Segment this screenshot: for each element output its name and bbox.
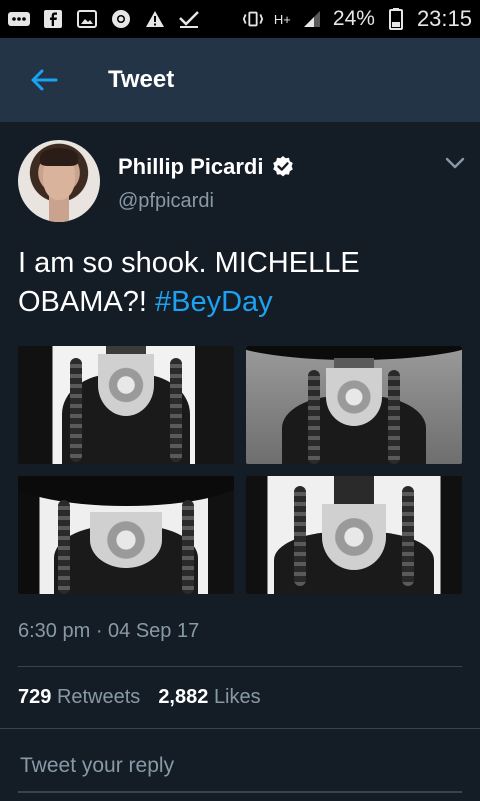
back-button[interactable] (14, 50, 74, 110)
media-image-1[interactable] (18, 346, 234, 464)
verified-badge-icon (273, 156, 294, 177)
checkmark-icon (178, 8, 200, 30)
app-bar: Tweet (0, 38, 480, 122)
chevron-down-icon[interactable] (440, 148, 470, 178)
clock: 23:15 (416, 6, 472, 31)
avatar[interactable] (18, 140, 100, 222)
battery-percent: 24% (332, 7, 375, 30)
warning-icon (144, 8, 166, 30)
page-title: Tweet (108, 66, 175, 93)
author-name[interactable]: Phillip Picardi (118, 154, 263, 180)
gallery-icon (76, 8, 98, 30)
tweet-stats: 729 Retweets 2,882 Likes (18, 686, 261, 709)
reply-bar (0, 728, 480, 801)
signal-icon (301, 8, 323, 30)
vibrate-icon (242, 8, 264, 30)
tweet-detail: Phillip Picardi @pfpicardi (0, 122, 480, 230)
tweet-text: I am so shook. MICHELLE OBAMA?! #BeyDay (18, 244, 458, 322)
battery-icon (385, 8, 407, 30)
likes-count: 2,882 (158, 686, 209, 708)
arrow-left-icon (31, 69, 58, 91)
hashtag-link[interactable]: #BeyDay (155, 286, 273, 318)
retweets-label: Retweets (56, 686, 141, 708)
retweets-stat[interactable]: 729 Retweets (18, 686, 140, 709)
likes-label: Likes (213, 686, 261, 708)
media-image-3[interactable] (18, 476, 234, 594)
network-type: H+ (273, 11, 291, 27)
reply-input[interactable] (18, 747, 466, 785)
more-icon (8, 8, 30, 30)
media-grid (18, 346, 462, 594)
tweet-timestamp: 6:30 pm · 04 Sep 17 (18, 620, 200, 642)
author-handle[interactable]: @pfpicardi (118, 190, 214, 213)
facebook-icon (42, 8, 64, 30)
chrome-icon (110, 8, 132, 30)
divider (18, 666, 462, 667)
media-image-4[interactable] (246, 476, 462, 594)
system-status: H+ 24% 23:15 (242, 6, 472, 32)
author-name-line: Phillip Picardi (118, 154, 295, 180)
retweets-count: 729 (18, 686, 52, 708)
likes-stat[interactable]: 2,882 Likes (158, 686, 260, 709)
author-header: Phillip Picardi @pfpicardi (0, 122, 480, 230)
media-image-2[interactable] (246, 346, 462, 464)
reply-underline (18, 791, 462, 793)
notification-icons (8, 8, 200, 30)
status-bar: H+ 24% 23:15 (0, 0, 480, 38)
